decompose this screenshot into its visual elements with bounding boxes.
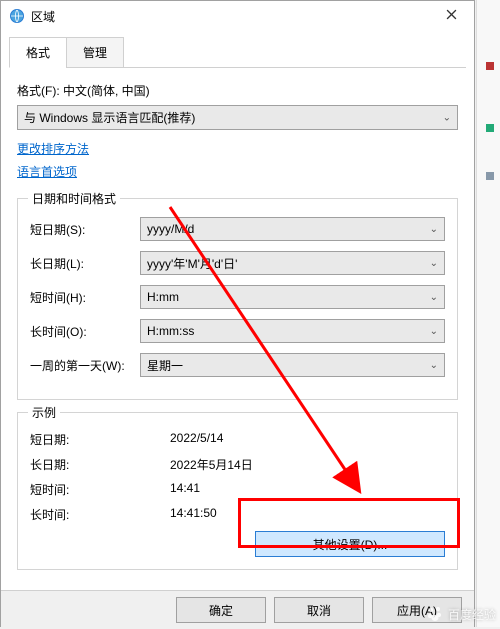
long-date-dropdown[interactable]: yyyy'年'M'月'd'日' ⌄ (140, 251, 445, 275)
background-strip (476, 0, 500, 627)
window-title: 区域 (31, 8, 429, 25)
first-day-label: 一周的第一天(W): (30, 357, 140, 374)
example-short-time-label: 短时间: (30, 481, 170, 498)
first-day-value: 星期一 (147, 357, 183, 374)
example-short-date-label: 短日期: (30, 431, 170, 448)
format-dropdown-value: 与 Windows 显示语言匹配(推荐) (24, 109, 195, 126)
example-long-time: 长时间: 14:41:50 (30, 506, 445, 523)
dialog-buttons: 确定 取消 应用(A) (1, 590, 474, 629)
row-first-day: 一周的第一天(W): 星期一 ⌄ (30, 353, 445, 377)
chevron-down-icon: ⌄ (430, 326, 438, 337)
short-date-label: 短日期(S): (30, 221, 140, 238)
datetime-group-legend: 日期和时间格式 (28, 190, 120, 207)
deco-chip (486, 62, 494, 70)
additional-settings-button[interactable]: 其他设置(D)... (255, 531, 445, 557)
format-dropdown[interactable]: 与 Windows 显示语言匹配(推荐) ⌄ (17, 105, 458, 130)
example-long-time-value: 14:41:50 (170, 506, 217, 523)
chevron-down-icon: ⌄ (430, 360, 438, 371)
short-date-dropdown[interactable]: yyyy/M/d ⌄ (140, 217, 445, 241)
row-short-date: 短日期(S): yyyy/M/d ⌄ (30, 217, 445, 241)
long-date-label: 长日期(L): (30, 255, 140, 272)
ok-button[interactable]: 确定 (176, 597, 266, 623)
region-dialog: 区域 格式 管理 格式(F): 中文(简体, 中国) 与 Windows 显示语… (0, 0, 475, 627)
titlebar: 区域 (1, 1, 474, 31)
example-long-time-label: 长时间: (30, 506, 170, 523)
example-long-date: 长日期: 2022年5月14日 (30, 456, 445, 473)
watermark: 百度经验 (426, 605, 496, 623)
long-date-value: yyyy'年'M'月'd'日' (147, 255, 237, 272)
example-long-date-value: 2022年5月14日 (170, 456, 253, 473)
deco-chip (486, 172, 494, 180)
change-sort-link[interactable]: 更改排序方法 (17, 140, 89, 157)
first-day-dropdown[interactable]: 星期一 ⌄ (140, 353, 445, 377)
additional-settings-row: 其他设置(D)... (30, 531, 445, 557)
row-long-time: 长时间(O): H:mm:ss ⌄ (30, 319, 445, 343)
close-icon (446, 9, 457, 23)
deco-chip (486, 124, 494, 132)
chevron-down-icon: ⌄ (430, 292, 438, 303)
client-area: 格式 管理 格式(F): 中文(简体, 中国) 与 Windows 显示语言匹配… (1, 31, 474, 590)
short-time-value: H:mm (147, 290, 179, 304)
example-short-time: 短时间: 14:41 (30, 481, 445, 498)
chevron-down-icon: ⌄ (430, 224, 438, 235)
example-short-date-value: 2022/5/14 (170, 431, 223, 448)
long-time-value: H:mm:ss (147, 324, 194, 338)
example-short-time-value: 14:41 (170, 481, 200, 498)
paw-icon (426, 605, 444, 623)
example-long-date-label: 长日期: (30, 456, 170, 473)
example-short-date: 短日期: 2022/5/14 (30, 431, 445, 448)
example-group-legend: 示例 (28, 404, 60, 421)
chevron-down-icon: ⌄ (443, 112, 451, 123)
tab-strip: 格式 管理 (9, 37, 466, 68)
short-date-value: yyyy/M/d (147, 222, 194, 236)
close-button[interactable] (429, 1, 474, 31)
short-time-dropdown[interactable]: H:mm ⌄ (140, 285, 445, 309)
datetime-format-group: 日期和时间格式 短日期(S): yyyy/M/d ⌄ 长日期(L): yyyy'… (17, 198, 458, 400)
long-time-label: 长时间(O): (30, 323, 140, 340)
row-long-date: 长日期(L): yyyy'年'M'月'd'日' ⌄ (30, 251, 445, 275)
short-time-label: 短时间(H): (30, 289, 140, 306)
watermark-text: 百度经验 (448, 606, 496, 623)
row-short-time: 短时间(H): H:mm ⌄ (30, 285, 445, 309)
format-label: 格式(F): 中文(简体, 中国) (17, 82, 458, 99)
tab-admin[interactable]: 管理 (66, 37, 124, 68)
cancel-button[interactable]: 取消 (274, 597, 364, 623)
long-time-dropdown[interactable]: H:mm:ss ⌄ (140, 319, 445, 343)
tab-format[interactable]: 格式 (9, 37, 67, 68)
chevron-down-icon: ⌄ (430, 258, 438, 269)
example-group: 示例 短日期: 2022/5/14 长日期: 2022年5月14日 短时间: 1… (17, 412, 458, 570)
globe-icon (9, 8, 25, 24)
language-prefs-link[interactable]: 语言首选项 (17, 163, 77, 180)
